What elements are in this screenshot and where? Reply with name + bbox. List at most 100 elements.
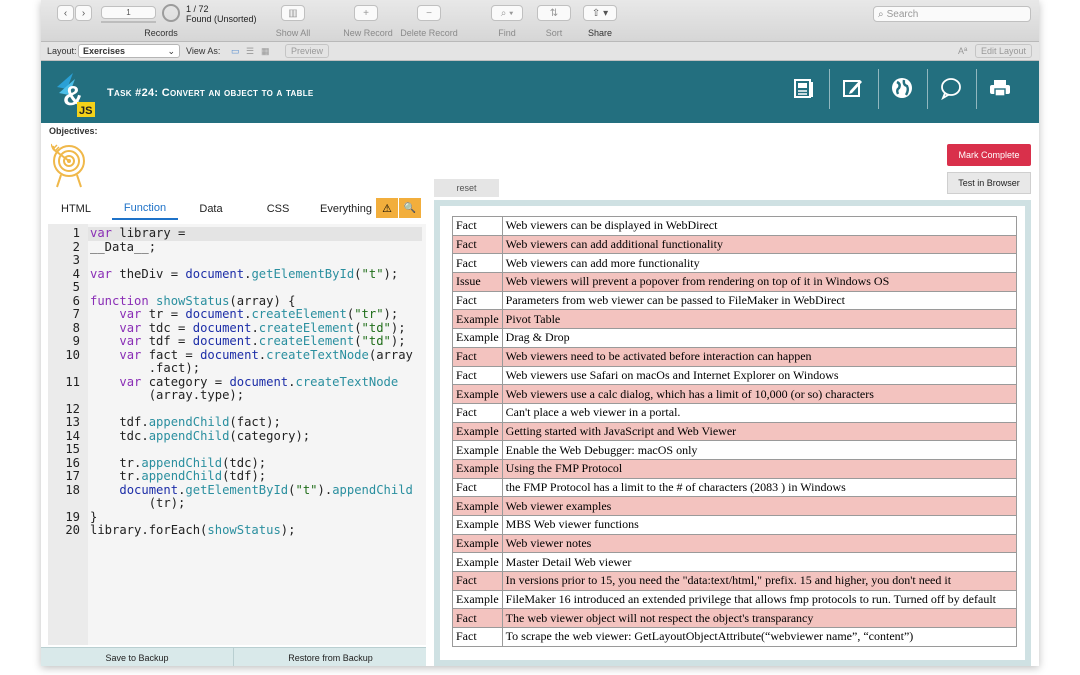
- delete-record-label: Delete Record: [400, 28, 458, 38]
- chevron-left-icon: ‹: [63, 7, 68, 19]
- row-fact: Web viewers can be displayed in WebDirec…: [501, 216, 1018, 236]
- row-type: Fact: [452, 253, 503, 274]
- view-as-label: View As:: [186, 46, 221, 56]
- row-type: Example: [452, 384, 503, 404]
- print-icon[interactable]: [985, 73, 1015, 103]
- table-row: Example Web viewer notes: [452, 533, 1018, 554]
- share-button[interactable]: ⇧ ▾: [583, 5, 617, 21]
- line-number: 7: [72, 307, 80, 321]
- magnifier-icon: ⌕ ▾: [500, 7, 514, 19]
- restore-from-backup-button[interactable]: Restore from Backup: [235, 648, 426, 666]
- row-fact: Web viewers can add additional functiona…: [501, 234, 1018, 255]
- row-fact: Web viewer examples: [501, 496, 1018, 516]
- code-editor[interactable]: 1 2 3 4 5 6 7 8 9 10 11 12 13 14 15 16 17 18 19 20 var libr…: [48, 224, 426, 645]
- code-line: document.getElementById("t").appendChild: [119, 482, 413, 497]
- line-number: 2: [72, 239, 80, 254]
- table-row: Example Pivot Table: [452, 309, 1018, 330]
- tab-everything[interactable]: Everything: [314, 198, 378, 220]
- table-row: Fact the FMP Protocol has a limit to the …: [452, 477, 1018, 498]
- line-number: 15: [65, 442, 80, 456]
- prev-record-button[interactable]: ‹: [57, 5, 74, 21]
- row-fact: Enable the Web Debugger: macOS only: [501, 440, 1018, 460]
- show-all-button[interactable]: ▥: [281, 5, 305, 21]
- row-fact: Can't place a web viewer in a portal.: [501, 402, 1018, 423]
- new-record-button[interactable]: +: [354, 5, 378, 21]
- table-row: Example Using the FMP Protocol: [452, 458, 1018, 479]
- code-line: (tr);: [90, 496, 186, 510]
- row-type: Example: [452, 458, 503, 479]
- edit-layout-button[interactable]: Edit Layout: [975, 44, 1033, 58]
- record-pie-icon: [162, 4, 180, 22]
- document-icon[interactable]: [789, 73, 819, 103]
- row-fact: The web viewer object will not respect t…: [501, 608, 1018, 629]
- form-view-icon[interactable]: ▭: [231, 46, 240, 57]
- code-line: var theDiv = document.getElementById("t"…: [90, 266, 399, 281]
- plus-icon: +: [363, 7, 369, 19]
- layout-bar: Layout: Exercises ⌄ View As: ▭ ☰ ▦ Previe…: [41, 42, 1039, 61]
- row-fact: Web viewers can add more functionality: [501, 253, 1018, 274]
- code-line: var fact = document.createTextNode(array: [119, 347, 413, 362]
- row-type: Issue: [452, 272, 503, 292]
- code-line: var library =: [90, 226, 186, 240]
- tab-css[interactable]: CSS: [245, 198, 311, 220]
- row-type: Example: [452, 440, 503, 460]
- sort-button[interactable]: ⇅: [537, 5, 571, 21]
- line-number: 9: [72, 334, 80, 348]
- code-line: }: [90, 509, 98, 524]
- tab-data[interactable]: Data: [182, 198, 240, 220]
- record-slider[interactable]: [101, 21, 156, 23]
- line-number: 17: [65, 469, 80, 483]
- code-line: tdf.appendChild(fact);: [90, 415, 281, 429]
- line-number: 10: [65, 347, 80, 362]
- line-number: 4: [72, 266, 80, 281]
- row-type: Example: [452, 515, 503, 535]
- sort-icon: ⇅: [549, 7, 559, 19]
- line-number: 14: [65, 428, 80, 443]
- header-separator: [829, 69, 830, 109]
- preview-button[interactable]: Preview: [285, 44, 330, 58]
- test-in-browser-button[interactable]: Test in Browser: [947, 172, 1031, 194]
- share-icon: ⇧ ▾: [591, 7, 609, 19]
- tab-function[interactable]: Function: [112, 198, 178, 220]
- chevron-right-icon: ›: [81, 7, 86, 19]
- code-search-button[interactable]: 🔍: [399, 198, 421, 218]
- row-type: Fact: [452, 477, 503, 498]
- row-fact: Web viewers need to be activated before …: [501, 346, 1018, 367]
- font-size-icon[interactable]: Aª: [958, 46, 967, 56]
- web-viewer[interactable]: Fact Web viewers can be displayed in WebD…: [440, 206, 1025, 660]
- table-row: Fact To scrape the web viewer: GetLayoutO…: [452, 627, 1018, 647]
- header-separator: [878, 69, 879, 109]
- search-placeholder: Search: [886, 8, 919, 20]
- save-to-backup-button[interactable]: Save to Backup: [41, 648, 234, 666]
- row-fact: the FMP Protocol has a limit to the # of…: [501, 477, 1018, 498]
- table-row: Fact Web viewers need to be activated bef…: [452, 346, 1018, 367]
- row-fact: Pivot Table: [501, 309, 1018, 330]
- sort-label: Sort: [545, 28, 563, 38]
- search-input[interactable]: ⌕ Search: [873, 6, 1031, 22]
- layout-select[interactable]: Exercises ⌄: [78, 44, 180, 58]
- web-viewer-frame: Fact Web viewers can be displayed in WebD…: [434, 200, 1031, 666]
- tab-html[interactable]: HTML: [44, 198, 108, 220]
- row-type: Example: [452, 533, 503, 554]
- target-icon: [50, 137, 87, 189]
- record-number-field[interactable]: 1: [101, 6, 156, 19]
- line-number: 13: [65, 415, 80, 429]
- next-record-button[interactable]: ›: [75, 5, 92, 21]
- mark-complete-button[interactable]: Mark Complete: [947, 144, 1031, 166]
- row-type: Example: [452, 496, 503, 516]
- row-type: Example: [452, 309, 503, 330]
- reset-button[interactable]: reset: [434, 179, 499, 197]
- table-row: Example Web viewers use a calc dialog, wh…: [452, 384, 1018, 404]
- delete-record-button[interactable]: −: [417, 5, 441, 21]
- list-view-icon[interactable]: ☰: [246, 46, 254, 57]
- chat-icon[interactable]: [936, 73, 966, 103]
- row-fact: To scrape the web viewer: GetLayoutObjec…: [501, 627, 1018, 647]
- globe-icon[interactable]: [887, 73, 917, 103]
- warning-button[interactable]: ⚠: [376, 198, 398, 218]
- code-line: var tr = document.createElement("tr");: [119, 307, 399, 321]
- row-type: Fact: [452, 402, 503, 423]
- line-number: 6: [72, 293, 80, 308]
- find-button[interactable]: ⌕ ▾: [491, 5, 523, 21]
- table-view-icon[interactable]: ▦: [261, 46, 270, 57]
- edit-icon[interactable]: [838, 73, 868, 103]
